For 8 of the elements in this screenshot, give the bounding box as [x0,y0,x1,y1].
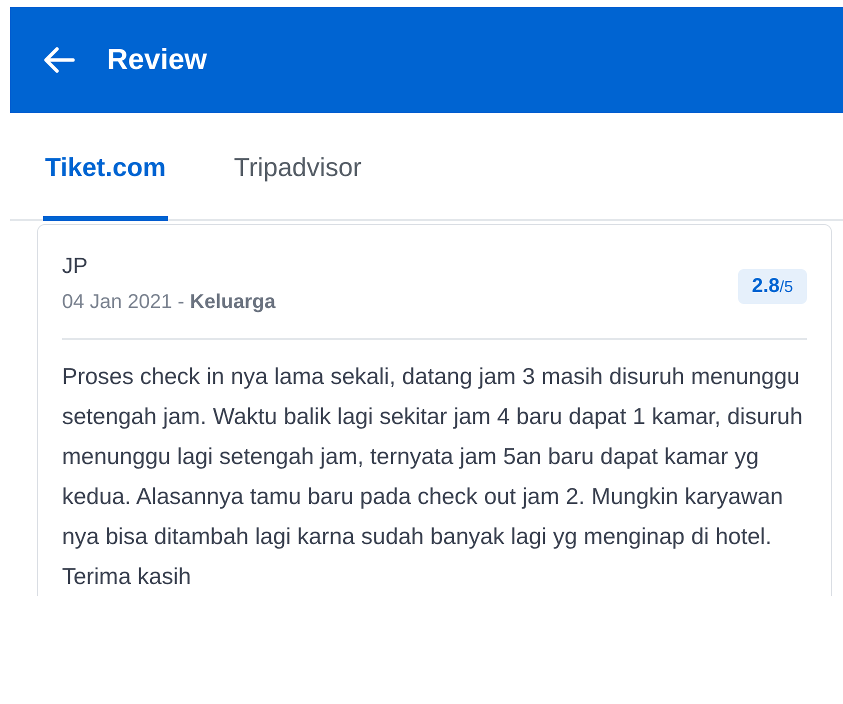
review-text: Proses check in nya lama sekali, datang jam 3 masih disuruh menunggu setengah jam. Waktu balik lagi sekitar jam 4 baru dapat 1 kamar, disuruh menunggu lagi setengah jam, ternyata jam 5an baru dapat kamar yg kedua. Alasannya tamu baru pada check out jam 2. Mungkin karyawan nya bisa ditambah lagi karna sudah banyak lagi yg menginap di hotel. Terima kasih [62,362,804,591]
review-date: 04 Jan 2021 - Keluarga [62,291,276,314]
back-arrow-icon[interactable] [43,47,75,73]
source-tab[interactable]: Tripadvisor [232,113,364,221]
page-title: Review [107,44,207,76]
rating-badge: 2.8/5 [738,269,807,304]
reviewer-name: JP [62,253,89,279]
source-tab[interactable]: Tiket.com [43,113,168,221]
